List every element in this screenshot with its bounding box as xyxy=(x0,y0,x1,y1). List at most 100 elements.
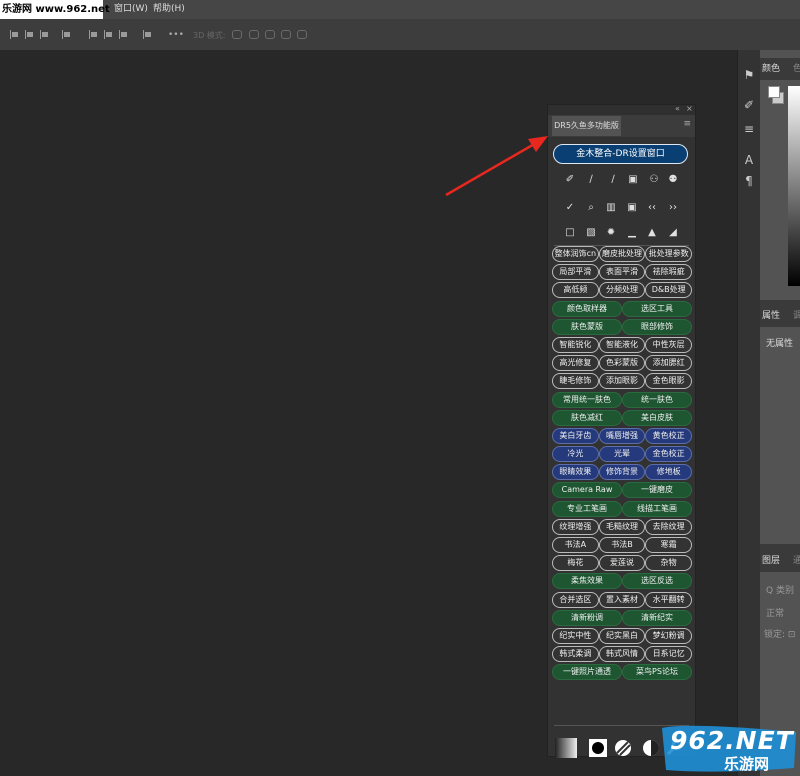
tab-swatches[interactable]: 色 xyxy=(793,58,800,80)
action-button[interactable]: 智能锐化 xyxy=(552,336,599,353)
action-button[interactable]: 高光修复 xyxy=(552,355,599,372)
paragraph-icon[interactable]: ¶ xyxy=(743,174,755,188)
action-button[interactable]: 选区工具 xyxy=(622,300,692,317)
histogram-icon[interactable]: ▲ xyxy=(645,226,659,240)
action-button[interactable]: 肤色减红 xyxy=(552,409,622,426)
brush-icon[interactable]: ✐ xyxy=(743,98,755,112)
3d-slide-icon[interactable] xyxy=(281,30,291,39)
menu-help[interactable]: 帮助(H) xyxy=(153,0,185,19)
distribute-v-icon[interactable] xyxy=(143,30,152,39)
action-button[interactable]: 批处理参数 xyxy=(645,246,693,262)
action-button[interactable]: 寒霜 xyxy=(645,537,693,553)
brightness-icon[interactable]: ✹ xyxy=(604,226,618,240)
action-button[interactable]: 添加腮红 xyxy=(645,355,693,372)
action-button[interactable]: 金色校正 xyxy=(645,446,693,463)
prev-icon[interactable]: ‹‹ xyxy=(645,201,659,215)
panel-menu-icon[interactable]: ≡ xyxy=(683,119,691,129)
distribute-icon[interactable] xyxy=(62,30,71,39)
tab-adjustments[interactable]: 调 xyxy=(793,305,800,327)
layer-kind-filter[interactable]: Q 类别 xyxy=(766,583,794,596)
blend-mode-select[interactable]: 正常 xyxy=(766,606,784,619)
tab-properties[interactable]: 属性 xyxy=(762,305,780,327)
align-bottom-icon[interactable] xyxy=(119,30,128,39)
close-icon[interactable]: × xyxy=(686,104,693,113)
tab-channels[interactable]: 通 xyxy=(793,550,800,572)
action-button[interactable]: 金色眼影 xyxy=(645,373,693,390)
action-button[interactable]: 清新纪实 xyxy=(622,609,692,626)
action-button[interactable]: 睫毛修饰 xyxy=(552,373,599,390)
curves-icon[interactable]: ◢ xyxy=(666,226,680,240)
action-button[interactable]: 韩式柔调 xyxy=(552,646,599,663)
settings-window-button[interactable]: 金木整合-DR设置窗口 xyxy=(553,144,688,164)
action-button[interactable]: 眼睛效果 xyxy=(552,464,599,481)
action-button[interactable]: 选区反选 xyxy=(622,573,692,590)
action-button[interactable]: 中性灰层 xyxy=(645,336,693,353)
content-aware-icon[interactable]: ▣ xyxy=(626,173,640,187)
action-button[interactable]: 肤色蒙版 xyxy=(552,318,622,335)
panel-tab-dr5[interactable]: DR5久鱼多功能版 xyxy=(552,116,621,136)
action-button[interactable]: 整体润饰cn xyxy=(552,246,599,262)
more-options-icon[interactable]: ••• xyxy=(168,30,184,40)
next-icon[interactable]: ›› xyxy=(666,201,680,215)
white-layer-icon[interactable]: □ xyxy=(563,226,577,240)
heal-brush-icon[interactable]: ✐ xyxy=(563,173,577,187)
action-button[interactable]: 修地板 xyxy=(645,464,693,481)
action-button[interactable]: 书法B xyxy=(598,537,646,553)
action-button[interactable]: 美白牙齿 xyxy=(552,427,599,444)
zoom-icon[interactable]: ⌕ xyxy=(584,201,598,215)
action-button[interactable]: 菜鸟PS论坛 xyxy=(622,664,692,681)
action-button[interactable]: 专业工笔画 xyxy=(552,500,622,517)
action-button[interactable]: 表面平滑 xyxy=(598,264,646,281)
action-button[interactable]: 添加眼影 xyxy=(598,373,646,390)
action-button[interactable]: 置入素材 xyxy=(598,591,646,608)
character-icon[interactable]: A xyxy=(743,153,755,167)
action-button[interactable]: D&B处理 xyxy=(645,282,693,299)
action-button[interactable]: 分频处理 xyxy=(598,282,646,299)
circle-mask-icon[interactable] xyxy=(588,738,608,758)
align-middle-icon[interactable] xyxy=(104,30,113,39)
action-button[interactable]: 毛糙纹理 xyxy=(598,518,646,535)
levels-icon[interactable]: ▁ xyxy=(625,226,639,240)
3d-roll-icon[interactable] xyxy=(249,30,259,39)
action-button[interactable]: 祛除瑕疵 xyxy=(645,264,693,281)
stripe-circle-icon[interactable] xyxy=(613,738,633,758)
action-button[interactable]: 去除纹理 xyxy=(645,518,693,535)
action-button[interactable]: 一键磨皮 xyxy=(622,482,692,499)
action-button[interactable]: 纪实黑白 xyxy=(598,627,646,644)
action-button[interactable]: 高低频 xyxy=(552,282,599,299)
dodge-icon[interactable]: ✓ xyxy=(563,201,577,215)
align-right-icon[interactable] xyxy=(40,30,49,39)
action-button[interactable]: 嘴唇增强 xyxy=(598,427,646,444)
action-button[interactable]: 线描工笔画 xyxy=(622,500,692,517)
action-button[interactable]: 修饰背景 xyxy=(598,464,646,481)
action-button[interactable]: 局部平滑 xyxy=(552,264,599,281)
screen-mode-icon[interactable]: ▣ xyxy=(625,201,639,215)
stamp-icon[interactable]: ⚇ xyxy=(647,173,661,187)
action-button[interactable]: 梅花 xyxy=(552,555,599,572)
bandage-icon[interactable]: ∕ xyxy=(584,173,598,187)
adjust-icon[interactable]: ≡ xyxy=(743,122,755,136)
3d-orbit-icon[interactable] xyxy=(232,30,242,39)
action-button[interactable]: 杂物 xyxy=(645,555,693,572)
action-button[interactable]: 光晕 xyxy=(598,446,646,463)
patch-icon[interactable]: ∕ xyxy=(606,173,620,187)
action-button[interactable]: 美白皮肤 xyxy=(622,409,692,426)
action-button[interactable]: 眼部修饰 xyxy=(622,318,692,335)
action-button[interactable]: 常用统一肤色 xyxy=(552,391,622,408)
collapse-icon[interactable]: « xyxy=(675,104,680,113)
history-icon[interactable]: ⚑ xyxy=(743,68,755,82)
action-button[interactable]: 纹理增强 xyxy=(552,518,599,535)
frame-icon[interactable]: ▥ xyxy=(604,201,618,215)
action-button[interactable]: 日系记忆 xyxy=(645,646,693,663)
3d-pan-icon[interactable] xyxy=(265,30,275,39)
action-button[interactable]: 一键照片通透 xyxy=(552,664,622,681)
action-button[interactable]: 色彩蒙版 xyxy=(598,355,646,372)
action-button[interactable]: 纪实中性 xyxy=(552,627,599,644)
action-button[interactable]: 合并选区 xyxy=(552,591,599,608)
tab-layers[interactable]: 图层 xyxy=(762,550,780,572)
action-button[interactable]: 梦幻粉调 xyxy=(645,627,693,644)
align-left-icon[interactable] xyxy=(10,30,19,39)
action-button[interactable]: 水平翻转 xyxy=(645,591,693,608)
action-button[interactable]: 磨皮批处理 xyxy=(598,246,646,262)
action-button[interactable]: 冷光 xyxy=(552,446,599,463)
